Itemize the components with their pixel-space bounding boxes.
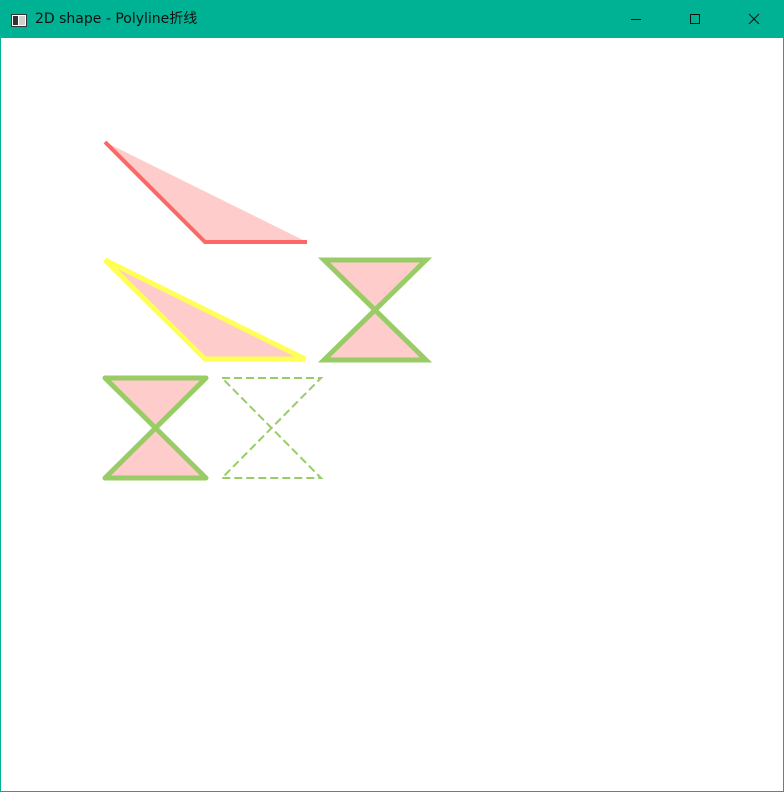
window-title: 2D shape - Polyline折线	[35, 11, 198, 27]
application-window: 2D shape - Polyline折线	[0, 0, 784, 792]
polyline-yellow-triangle	[103, 257, 307, 362]
minimize-icon	[630, 10, 642, 29]
polyline-hourglass-right	[317, 257, 433, 363]
drawing-canvas	[1, 38, 783, 791]
polyline-hourglass-dashed	[219, 377, 324, 479]
title-bar[interactable]: 2D shape - Polyline折线	[1, 1, 783, 38]
close-icon	[748, 10, 760, 29]
shapes-canvas	[102, 140, 433, 481]
maximize-icon	[689, 10, 701, 29]
maximize-button[interactable]	[666, 1, 724, 38]
polyline-red-triangle	[103, 140, 307, 244]
close-button[interactable]	[725, 1, 783, 38]
window-app-icon[interactable]	[11, 12, 27, 27]
minimize-button[interactable]	[607, 1, 665, 38]
polyline-hourglass-left	[102, 375, 209, 481]
